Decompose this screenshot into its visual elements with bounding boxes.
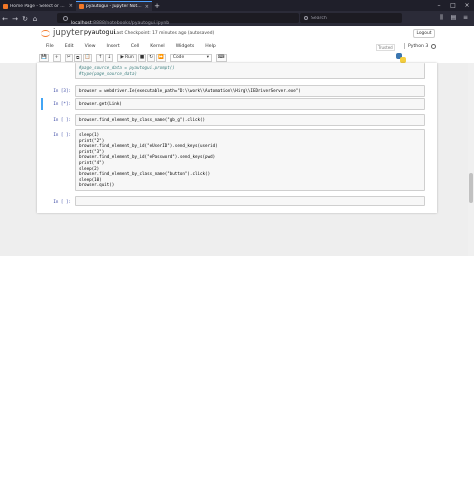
cell-input[interactable]: browser.find_element_by_class_name("gb_g… (75, 114, 425, 126)
menu-edit[interactable]: Edit (59, 44, 79, 49)
cell-input[interactable]: sleep(1) print("2") browser.find_element… (75, 129, 425, 191)
cell-input[interactable]: browser = webdriver.Ie(executable_path="… (75, 85, 425, 97)
code-cell[interactable]: In [ ]: browser.find_element_by_class_na… (43, 114, 425, 126)
menu-cell[interactable]: Cell (125, 44, 145, 49)
close-window-icon[interactable]: × (460, 0, 474, 11)
cell-type-value: Code (172, 55, 185, 60)
command-palette-button[interactable]: ⌨ (215, 53, 227, 62)
code-line: browser.find_element_by_class_name("butt… (79, 171, 211, 177)
cut-button[interactable]: ✂ (64, 53, 73, 62)
code-line: sleep(1) (79, 132, 100, 137)
scrollbar-thumb[interactable] (469, 173, 473, 203)
browser-toolbar-icons: ⫼ ▤ ≡ (437, 13, 470, 23)
jupyter-logo-icon (41, 27, 50, 38)
cell-prompt: In [ ]: (53, 132, 71, 137)
code-line: print("3") (79, 148, 105, 154)
window-controls: – □ × (432, 0, 474, 11)
code-cell[interactable]: In [ ]: sleep(1) print("2") browser.find… (43, 129, 425, 191)
search-bar[interactable] (300, 13, 402, 23)
menu-file[interactable]: File (37, 44, 59, 49)
cell-input[interactable]: browser.get(Link) (75, 98, 425, 110)
checkpoint-status: Last Checkpoint: 17 minutes ago (autosav… (114, 31, 215, 36)
code-line: browser.quit() (79, 182, 115, 188)
restart-run-all-button[interactable]: ⏩ (156, 53, 166, 62)
minimize-icon[interactable]: – (432, 0, 446, 11)
sidebar-icon[interactable]: ▤ (449, 13, 458, 23)
cell-prompt: In [3]: (53, 88, 71, 93)
menu-help[interactable]: Help (200, 44, 221, 49)
address-bar[interactable]: localhost:8888/notebooks/pyautogui.ipynb (57, 13, 299, 26)
code-cell[interactable]: In [3]: browser = webdriver.Ie(executabl… (43, 85, 425, 97)
back-icon[interactable]: ← (0, 15, 10, 23)
url-host: localhost (71, 20, 92, 26)
interrupt-button[interactable]: ■ (137, 53, 147, 62)
menu-view[interactable]: View (79, 44, 101, 49)
code-cell[interactable]: In [ ]: (43, 196, 425, 206)
chevron-down-icon: ▾ (206, 55, 209, 60)
play-icon: ▶ (120, 55, 125, 60)
jupyter-logo[interactable]: jupyter (41, 27, 83, 38)
code-cell-selected[interactable]: In [*]: browser.get(Link) (41, 98, 425, 110)
reload-icon[interactable]: ↻ (20, 15, 30, 23)
site-info-icon[interactable] (63, 15, 68, 21)
cell-prompt: In [ ]: (53, 199, 71, 204)
jupyter-logo-text: jupyter (53, 27, 84, 38)
insert-cell-button[interactable]: + (52, 53, 61, 62)
kernel-name: Python 3 (408, 43, 429, 49)
search-input[interactable] (311, 15, 391, 21)
menu-widgets[interactable]: Widgets (170, 44, 200, 49)
library-icon[interactable]: ⫼ (437, 13, 446, 23)
code-line: print("4") (79, 159, 105, 165)
trusted-badge[interactable]: Trusted (376, 44, 395, 51)
menu-icon[interactable]: ≡ (461, 13, 470, 23)
code-line: browser.find_element_by_class_name("gb_g… (79, 117, 206, 122)
browser-tab-home[interactable]: Home Page - Select or create a notebook … (0, 1, 76, 11)
jupyter-favicon-icon (3, 3, 8, 9)
cell-type-select[interactable]: Code ▾ (169, 53, 212, 62)
copy-button[interactable]: ⧉ (73, 53, 82, 62)
kernel-status-icon (431, 43, 437, 49)
code-cell[interactable]: #page_source_data = pyautogui.prompt() #… (43, 63, 425, 80)
code-line: browser = webdriver.Ie(executable_path="… (79, 88, 301, 93)
notebook-toolbar: 💾 + ✂ ⧉ 📋 ↑ ↓ ▶ Run ■ ↻ ⏩ Code ▾ ⌨ (37, 52, 437, 63)
divider (404, 43, 405, 49)
code-line: browser.find_element_by_id("eUserID").se… (79, 143, 218, 149)
code-line: #type(page_source_data) (79, 70, 137, 76)
cell-prompt: In [*]: (53, 101, 71, 106)
run-label: Run (125, 55, 134, 60)
cell-prompt (43, 63, 75, 79)
search-icon (304, 16, 308, 20)
notebook-name[interactable]: pyautogui (84, 29, 115, 36)
run-button[interactable]: ▶ Run (117, 53, 137, 62)
move-up-button[interactable]: ↑ (96, 53, 105, 62)
code-line: browser.find_element_by_id("ePassword").… (79, 154, 216, 160)
cell-input[interactable]: #page_source_data = pyautogui.prompt() #… (75, 63, 425, 80)
code-line: #page_source_data = pyautogui.prompt() (79, 65, 175, 70)
code-line: sleep(10) (79, 176, 102, 182)
cell-prompt: In [ ]: (53, 117, 71, 122)
code-line: sleep(2) (79, 165, 100, 171)
cell-input[interactable] (75, 196, 425, 206)
maximize-icon[interactable]: □ (446, 0, 460, 11)
code-line: browser.get(Link) (79, 101, 122, 106)
jupyter-header: jupyter pyautogui Last Checkpoint: 17 mi… (0, 26, 474, 63)
notebook-scrollbar[interactable] (468, 63, 474, 256)
code-line: print("2") (79, 137, 105, 143)
kernel-indicator: Python 3 (404, 43, 437, 49)
menu-kernel[interactable]: Kernel (145, 44, 170, 49)
url-path: :8888/notebooks/pyautogui.ipynb (91, 20, 170, 26)
browser-nav-bar: ← → ↻ ⌂ localhost:8888/notebooks/pyautog… (0, 11, 474, 26)
save-button[interactable]: 💾 (39, 53, 49, 62)
logout-button[interactable]: Logout (413, 29, 435, 38)
move-down-button[interactable]: ↓ (105, 53, 114, 62)
restart-button[interactable]: ↻ (147, 53, 156, 62)
tab-label: Home Page - Select or create a notebook (10, 3, 67, 9)
paste-button[interactable]: 📋 (82, 53, 93, 62)
menu-insert[interactable]: Insert (101, 44, 125, 49)
forward-icon[interactable]: → (10, 15, 20, 23)
home-icon[interactable]: ⌂ (30, 15, 40, 23)
